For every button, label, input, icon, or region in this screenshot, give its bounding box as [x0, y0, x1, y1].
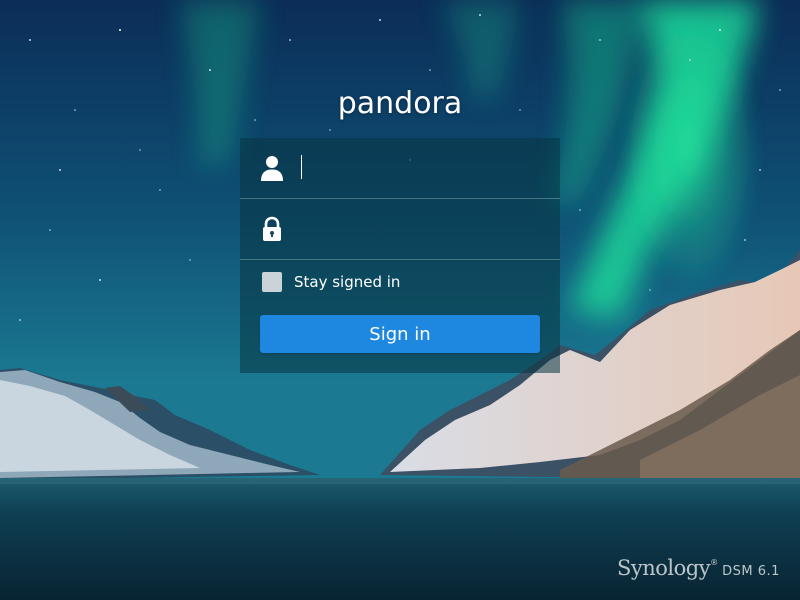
registered-mark: ®	[710, 558, 719, 567]
stay-signed-in-label: Stay signed in	[294, 273, 401, 291]
stay-signed-in-checkbox[interactable]	[262, 272, 282, 292]
password-input[interactable]	[300, 213, 540, 245]
server-hostname-title: pandora	[337, 86, 463, 121]
username-field[interactable]	[240, 138, 560, 199]
username-input[interactable]	[300, 152, 540, 184]
synology-dsm-branding: Synology®DSM 6.1	[617, 556, 780, 580]
text-cursor	[301, 155, 302, 179]
dsm-version-label: DSM 6.1	[722, 564, 780, 579]
login-panel: Stay signed in Sign in	[240, 138, 560, 373]
user-icon	[261, 156, 283, 181]
synology-logo: Synology	[617, 556, 711, 580]
lock-icon	[263, 216, 281, 241]
sign-in-button[interactable]: Sign in	[260, 315, 540, 353]
password-field[interactable]	[240, 199, 560, 260]
